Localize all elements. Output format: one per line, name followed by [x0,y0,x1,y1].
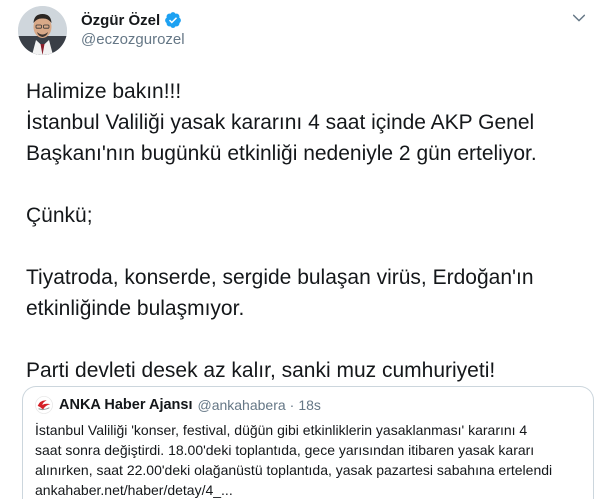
author-avatar[interactable] [18,6,67,55]
author-names: Özgür Özel @eczozgurozel [81,10,185,49]
quoted-handle[interactable]: @ankahabera [197,397,285,413]
chevron-down-icon[interactable] [571,10,587,26]
tweet-text-line: Çünkü; [26,204,93,227]
quoted-tweet-text: İstanbul Valiliği 'konser, festival, düğ… [35,420,581,499]
quoted-tweet[interactable]: ANKA Haber Ajansı @ankahabera · 18s İsta… [22,386,594,499]
quoted-text-line: saat sonra değiştirdi. 18.00'deki toplan… [35,442,535,458]
avatar-image [18,6,67,55]
tweet-text-line: İstanbul Valiliği yasak kararını 4 saat … [26,111,535,134]
tweet-text: Halimize bakın!!! İstanbul Valiliği yasa… [26,76,596,386]
author-handle[interactable]: @eczozgurozel [81,31,185,48]
verified-badge-icon [165,12,182,28]
quoted-separator: · [289,397,295,413]
quoted-timestamp[interactable]: 18s [298,397,321,413]
quoted-display-name[interactable]: ANKA Haber Ajansı [59,397,192,413]
quoted-text-line: İstanbul Valiliği 'konser, festival, düğ… [35,422,528,438]
quoted-text-line: alınırken, saat 22.00'deki olağanüstü to… [35,462,553,478]
tweet-text-line: Başkanı'nın bugünkü etkinliği nedeniyle … [26,142,537,165]
tweet-header: Özgür Özel @eczozgurozel [18,6,593,58]
anka-logo-icon [35,396,53,414]
display-name-row: Özgür Özel [81,10,185,30]
tweet-card: Özgür Özel @eczozgurozel Halimize bakın!… [0,0,601,499]
tweet-text-line: Tiyatroda, konserde, sergide bulaşan vir… [26,266,534,289]
tweet-text-line: Halimize bakın!!! [26,80,182,103]
quoted-link[interactable]: ankahaber.net/haber/detay/4_... [35,480,581,499]
author-display-name[interactable]: Özgür Özel [81,12,160,29]
tweet-text-line: etkinliğinde bulaşmıyor. [26,297,245,320]
tweet-text-line: Parti devleti desek az kalır, sanki muz … [26,359,496,382]
quoted-tweet-header: ANKA Haber Ajansı @ankahabera · 18s [35,395,581,415]
